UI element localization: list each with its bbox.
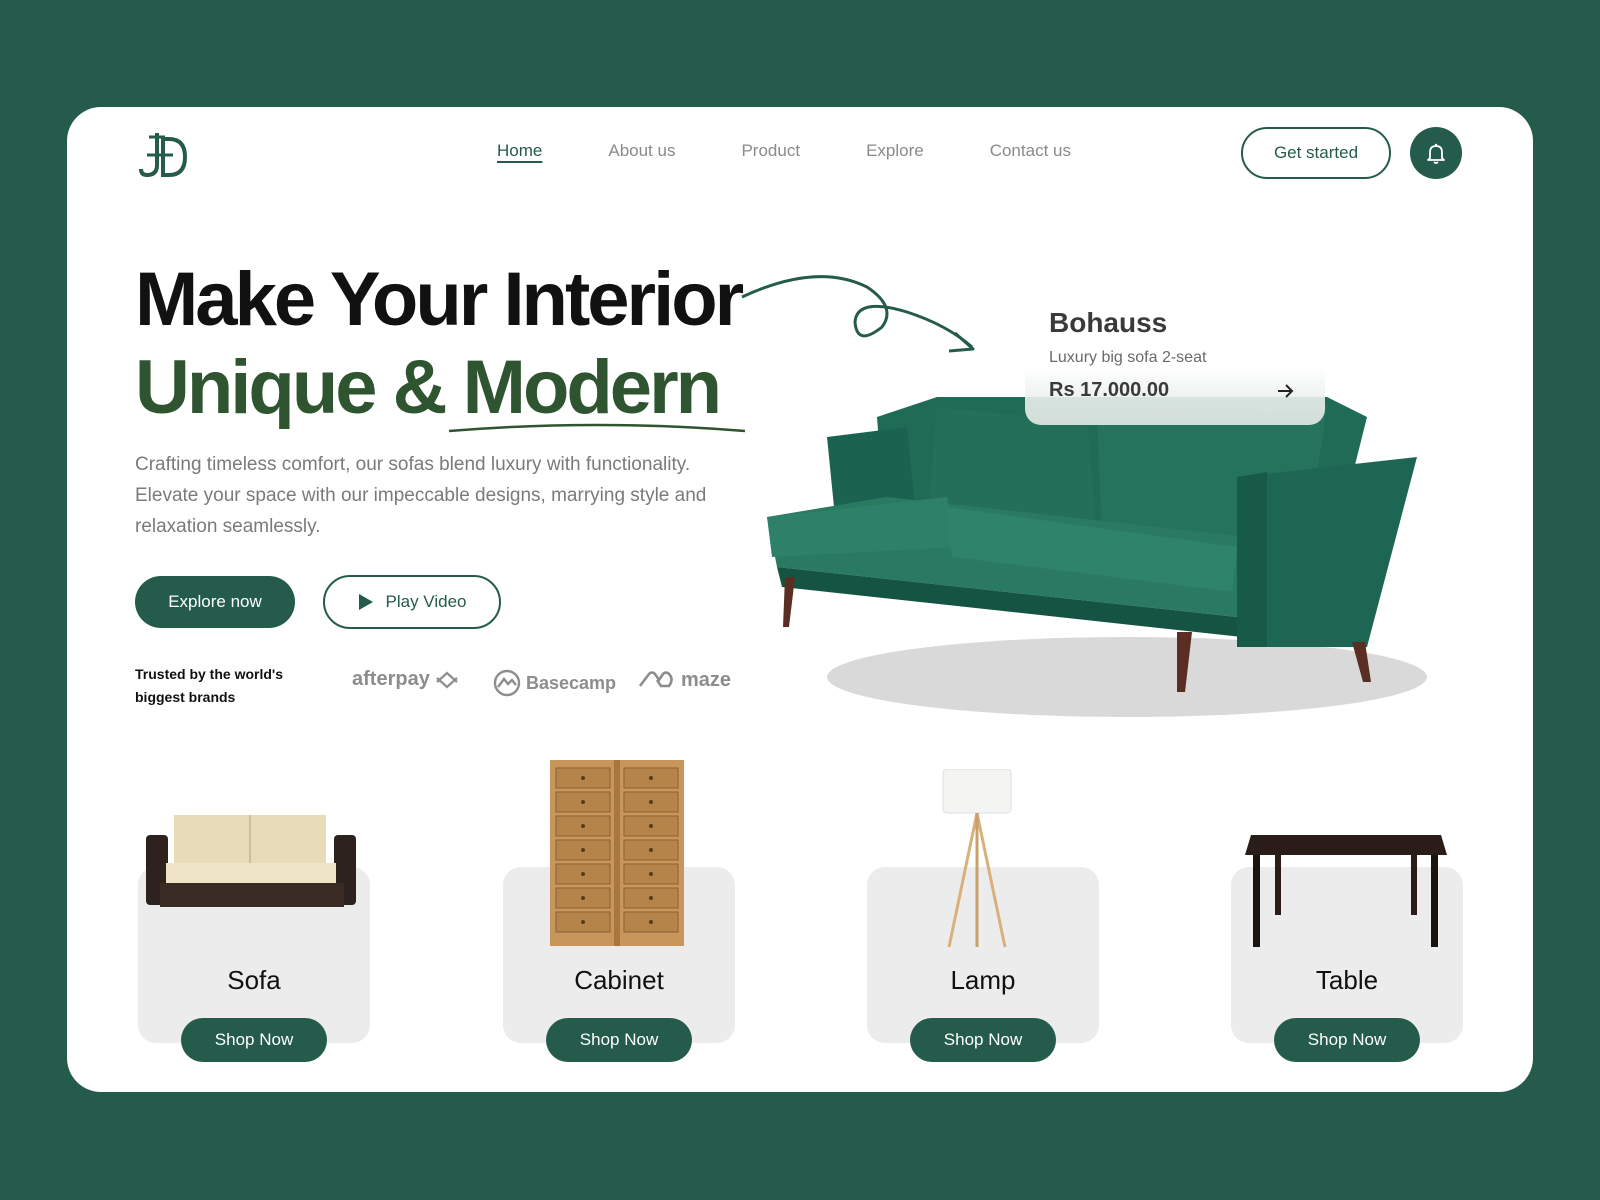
main-card: Home About us Product Explore Contact us…	[67, 107, 1533, 1092]
shop-now-button-lamp[interactable]: Shop Now	[910, 1018, 1056, 1062]
notification-button[interactable]	[1410, 127, 1462, 179]
category-label-cabinet: Cabinet	[574, 965, 664, 995]
nav-explore[interactable]: Explore	[866, 139, 924, 163]
jd-logo-icon[interactable]	[135, 125, 191, 181]
table-thumbnail	[1245, 835, 1447, 947]
basecamp-icon	[493, 669, 521, 697]
get-started-button[interactable]: Get started	[1241, 127, 1391, 179]
hero-description: Crafting timeless comfort, our sofas ble…	[135, 454, 707, 537]
product-name: Bohauss	[1049, 307, 1168, 338]
category-label-sofa: Sofa	[227, 965, 281, 995]
hero-title-line1: Make Your Interior	[135, 257, 744, 342]
category-label-lamp: Lamp	[950, 965, 1016, 995]
play-video-label: Play Video	[385, 592, 467, 611]
cabinet-thumbnail	[550, 760, 684, 946]
bell-icon	[1427, 143, 1445, 164]
nav-contact-us[interactable]: Contact us	[990, 139, 1071, 163]
explore-now-button[interactable]: Explore now	[135, 576, 295, 628]
play-icon	[358, 594, 373, 610]
play-video-button[interactable]: Play Video	[323, 575, 501, 629]
maze-icon	[638, 671, 673, 688]
arrow-right-icon[interactable]	[1275, 381, 1295, 401]
nav-about-us[interactable]: About us	[608, 139, 675, 163]
shop-now-button-cabinet[interactable]: Shop Now	[546, 1018, 692, 1062]
shop-now-button-table[interactable]: Shop Now	[1274, 1018, 1420, 1062]
featured-product-card[interactable]: Bohauss Luxury big sofa 2-seat Rs 17.000…	[1025, 297, 1325, 425]
featured-sofa-image	[767, 397, 1427, 717]
brand-basecamp-label: Basecamp	[526, 672, 617, 693]
shop-now-button-sofa[interactable]: Shop Now	[181, 1018, 327, 1062]
brand-afterpay-label: afterpay	[352, 668, 430, 690]
sofa-thumbnail	[146, 815, 356, 907]
afterpay-arrows-icon	[436, 671, 458, 688]
brand-afterpay: afterpay	[352, 668, 460, 691]
main-nav: Home About us Product Explore Contact us	[497, 139, 1137, 163]
nav-home[interactable]: Home	[497, 139, 542, 163]
brand-maze-label: maze	[681, 668, 732, 691]
brand-basecamp: Basecamp	[492, 668, 616, 698]
headline-underline	[448, 423, 746, 433]
brand-maze: maze	[637, 668, 731, 692]
product-price: Rs 17.000.00	[1049, 379, 1170, 401]
nav-product[interactable]: Product	[741, 139, 800, 163]
category-label-table: Table	[1315, 965, 1379, 995]
lamp-thumbnail	[942, 769, 1012, 948]
product-subtitle: Luxury big sofa 2-seat	[1049, 349, 1207, 366]
curly-arrow-icon	[741, 275, 975, 353]
trusted-by-text: Trusted by the world's biggest brands	[135, 666, 284, 705]
